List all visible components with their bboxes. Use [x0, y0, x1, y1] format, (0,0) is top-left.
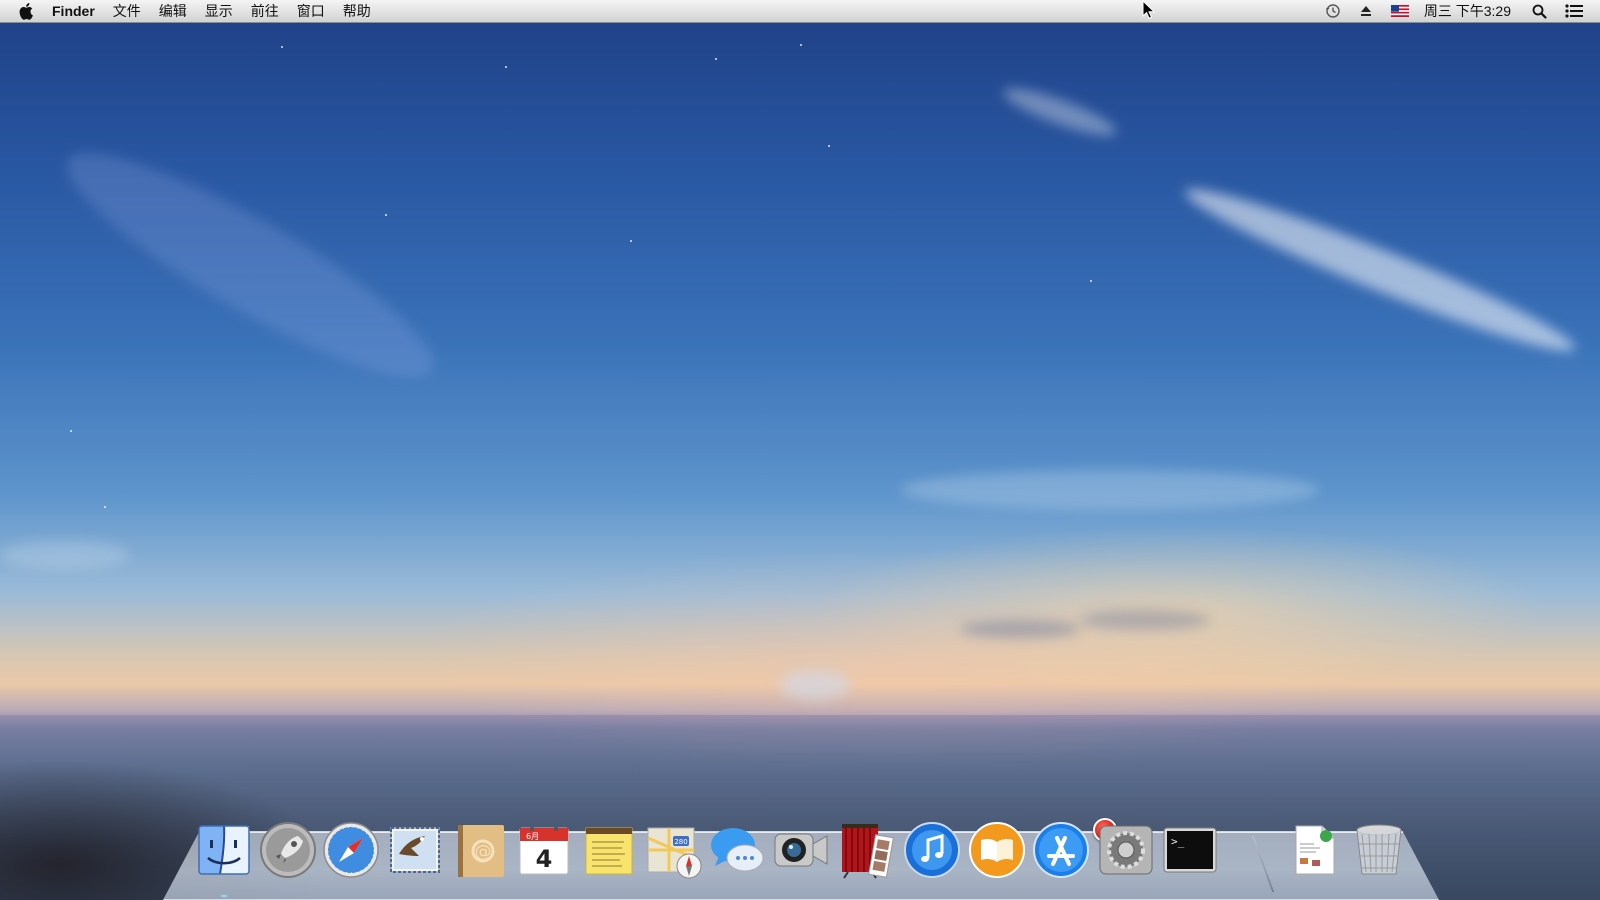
- dock-terminal-icon[interactable]: >_: [1160, 820, 1220, 880]
- spotlight-icon[interactable]: [1532, 0, 1547, 22]
- calendar-day-number: 4: [536, 845, 553, 873]
- dock-ibooks-icon[interactable]: [967, 820, 1027, 880]
- dock-trash-icon[interactable]: [1349, 820, 1409, 880]
- eject-icon[interactable]: [1359, 0, 1373, 22]
- dock-launchpad-icon[interactable]: [258, 820, 318, 880]
- dock-notes-icon[interactable]: [579, 820, 639, 880]
- dock-finder-icon[interactable]: [194, 820, 254, 880]
- dock-itunes-icon[interactable]: [902, 820, 962, 880]
- time-machine-icon[interactable]: [1325, 0, 1341, 22]
- menu-clock[interactable]: 周三 下午3:29: [1424, 0, 1511, 22]
- dock-photo-booth-icon[interactable]: [836, 820, 896, 880]
- dock-document-icon[interactable]: [1284, 820, 1344, 880]
- apple-menu-icon[interactable]: [16, 0, 38, 22]
- us-flag-input-icon[interactable]: [1390, 0, 1409, 22]
- dock-facetime-icon[interactable]: [771, 820, 831, 880]
- menu-help[interactable]: 帮助: [334, 0, 380, 22]
- dock-maps-icon[interactable]: 280: [643, 820, 703, 880]
- mouse-pointer-icon: [1142, 0, 1156, 25]
- notification-center-icon[interactable]: [1565, 0, 1583, 22]
- menu-bar: Finder 文件 编辑 显示 前往 窗口 帮助 周三 下午3:29: [0, 0, 1600, 23]
- finder-running-indicator: [219, 894, 229, 898]
- svg-text:@: @: [475, 842, 492, 862]
- menu-view[interactable]: 显示: [196, 0, 242, 22]
- dock-safari-icon[interactable]: [321, 820, 381, 880]
- terminal-prompt: >_: [1171, 835, 1185, 848]
- dock-app-store-icon[interactable]: [1031, 820, 1091, 880]
- dock-contacts-icon[interactable]: @: [450, 820, 510, 880]
- dock-mail-icon[interactable]: [385, 820, 445, 880]
- dock-system-preferences-icon[interactable]: [1096, 820, 1156, 880]
- menu-app-finder[interactable]: Finder: [48, 0, 104, 22]
- menu-go[interactable]: 前往: [242, 0, 288, 22]
- menu-file[interactable]: 文件: [104, 0, 150, 22]
- maps-route-label: 280: [674, 838, 687, 846]
- menu-edit[interactable]: 编辑: [150, 0, 196, 22]
- dock-messages-icon[interactable]: [707, 820, 767, 880]
- menu-window[interactable]: 窗口: [288, 0, 334, 22]
- dock-calendar-icon[interactable]: 6月 4: [514, 820, 574, 880]
- calendar-month: 6月: [526, 832, 539, 841]
